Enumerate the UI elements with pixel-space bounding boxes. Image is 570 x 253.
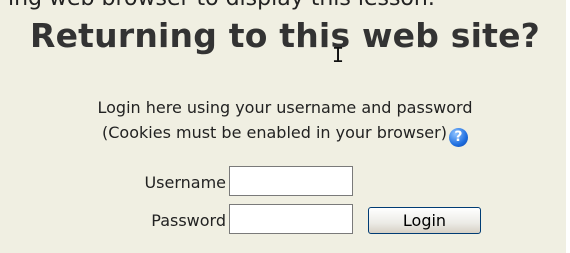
page-edge — [566, 0, 570, 253]
login-instructions: Login here using your username and passw… — [0, 95, 570, 147]
help-question-icon[interactable]: ? — [448, 128, 468, 147]
login-panel: ing web browser to display this lesson. … — [0, 0, 570, 253]
instruction-line-2: (Cookies must be enabled in your browser… — [0, 120, 570, 147]
top-cut-text: ing web browser to display this lesson. — [8, 0, 435, 11]
username-label: Username — [144, 173, 226, 192]
username-input[interactable] — [229, 166, 353, 196]
text-cursor-icon: I — [332, 43, 345, 67]
login-button[interactable]: Login — [368, 207, 481, 234]
username-row: Username — [0, 166, 570, 200]
password-row: Password Login — [0, 204, 570, 238]
instruction-line-1: Login here using your username and passw… — [97, 98, 473, 117]
password-input[interactable] — [229, 204, 353, 234]
page-title: Returning to this web site? — [29, 16, 541, 55]
cookie-note: (Cookies must be enabled in your browser… — [102, 123, 447, 142]
password-label: Password — [151, 211, 226, 230]
